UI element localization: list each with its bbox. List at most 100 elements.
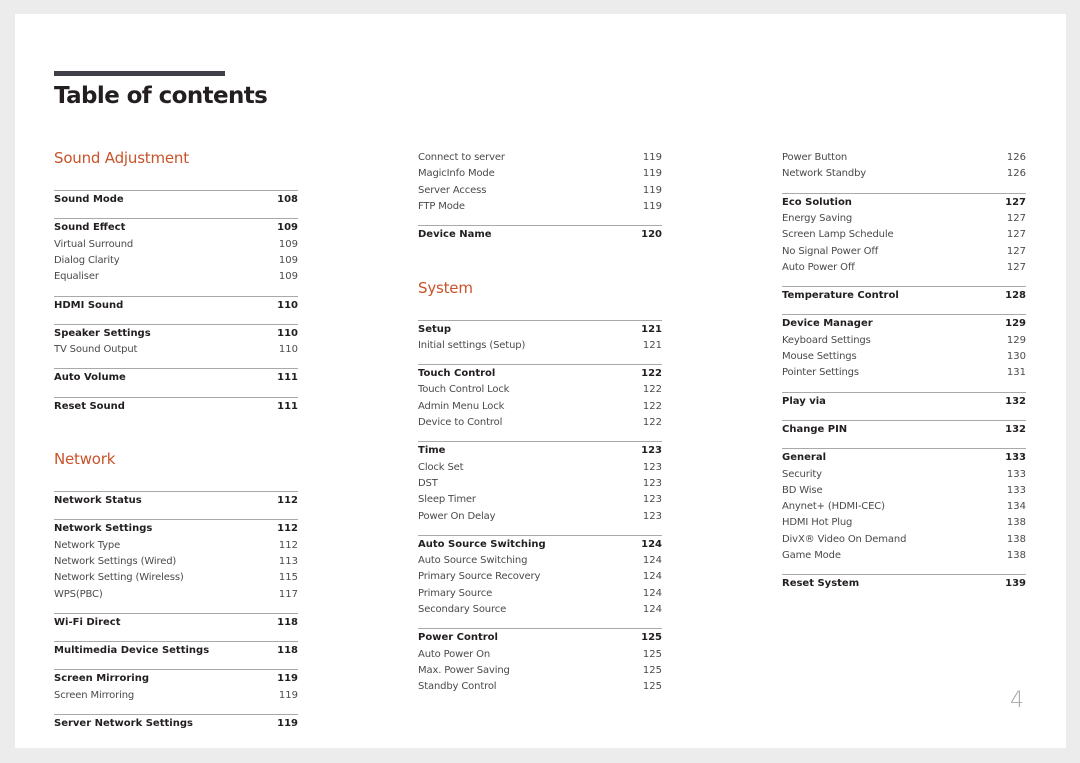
entry-title: Primary Source [418,587,493,599]
toc-section-time[interactable]: Time 123 [418,443,662,459]
toc-entry-admin-menu-lock[interactable]: Admin Menu Lock 122 [418,399,662,415]
entry-title: Change PIN [782,423,848,435]
toc-entry-clock-set[interactable]: Clock Set 123 [418,460,662,476]
toc-entry-anynet-hdmi-cec[interactable]: Anynet+ (HDMI-CEC) 134 [782,499,1026,515]
toc-section-server-network-settings[interactable]: Server Network Settings 119 [54,716,298,732]
entry-title: WPS(PBC) [54,588,103,600]
toc-entry-screen-mirroring[interactable]: Screen Mirroring 119 [54,688,298,704]
toc-entry-initial-settings-setup[interactable]: Initial settings (Setup) 121 [418,338,662,354]
toc-section-change-pin[interactable]: Change PIN 132 [782,422,1026,438]
toc-entry-tv-sound-output[interactable]: TV Sound Output 110 [54,342,298,358]
toc-entry-equaliser[interactable]: Equaliser 109 [54,269,298,285]
toc-entry-energy-saving[interactable]: Energy Saving 127 [782,211,1026,227]
toc-section-power-control[interactable]: Power Control 125 [418,630,662,646]
toc-entry-power-on-delay[interactable]: Power On Delay 123 [418,509,662,525]
entry-page-number: 110 [277,327,298,339]
toc-entry-no-signal-power-off[interactable]: No Signal Power Off 127 [782,244,1026,260]
toc-entry-server-access[interactable]: Server Access 119 [418,183,662,199]
title-accent-bar [54,71,225,76]
toc-section-auto-volume[interactable]: Auto Volume 111 [54,370,298,386]
toc-entry-hdmi-hot-plug[interactable]: HDMI Hot Plug 138 [782,515,1026,531]
toc-entry-max-power-saving[interactable]: Max. Power Saving 125 [418,663,662,679]
entry-page-number: 127 [1006,261,1026,273]
toc-section-multimedia-device-settings[interactable]: Multimedia Device Settings 118 [54,643,298,659]
toc-entry-wps-pbc[interactable]: WPS(PBC) 117 [54,587,298,603]
toc-entry-auto-power-on[interactable]: Auto Power On 125 [418,647,662,663]
toc-entry-dialog-clarity[interactable]: Dialog Clarity 109 [54,253,298,269]
entry-title: Reset System [782,578,860,590]
entry-title: Clock Set [418,461,464,473]
toc-entry-virtual-surround[interactable]: Virtual Surround 109 [54,237,298,253]
toc-entry-sleep-timer[interactable]: Sleep Timer 123 [418,492,662,508]
divider [418,441,662,443]
toc-section-setup[interactable]: Setup 121 [418,322,662,338]
toc-entry-device-to-control[interactable]: Device to Control 122 [418,415,662,431]
toc-entry-auto-source-switching[interactable]: Auto Source Switching 124 [418,553,662,569]
toc-entry-network-setting-wireless[interactable]: Network Setting (Wireless) 115 [54,570,298,586]
entry-title: Network Settings [54,523,153,535]
entry-page-number: 122 [642,384,662,396]
toc-entry-touch-control-lock[interactable]: Touch Control Lock 122 [418,382,662,398]
toc-entry-game-mode[interactable]: Game Mode 138 [782,548,1026,564]
toc-entry-screen-lamp-schedule[interactable]: Screen Lamp Schedule 127 [782,227,1026,243]
toc-entry-power-button[interactable]: Power Button 126 [782,150,1026,166]
toc-entry-primary-source-recovery[interactable]: Primary Source Recovery 124 [418,569,662,585]
toc-section-device-manager[interactable]: Device Manager 129 [782,316,1026,332]
entry-title: DivX® Video On Demand [782,533,907,545]
toc-section-network-status[interactable]: Network Status 112 [54,493,298,509]
toc-entry-secondary-source[interactable]: Secondary Source 124 [418,602,662,618]
divider [54,323,298,325]
section-heading-sound-adjustment: Sound Adjustment [54,149,189,167]
entry-page-number: 108 [277,194,298,205]
toc-entry-pointer-settings[interactable]: Pointer Settings 131 [782,365,1026,381]
toc-entry-ftp-mode[interactable]: FTP Mode 119 [418,199,662,215]
toc-entry-network-standby[interactable]: Network Standby 126 [782,166,1026,182]
toc-entry-mouse-settings[interactable]: Mouse Settings 130 [782,349,1026,365]
entry-title: Auto Volume [54,372,126,384]
divider [54,295,298,297]
toc-entry-auto-power-off[interactable]: Auto Power Off 127 [782,260,1026,276]
toc-section-auto-source-switching[interactable]: Auto Source Switching 124 [418,537,662,553]
toc-entry-security[interactable]: Security 133 [782,467,1026,483]
entry-page-number: 119 [642,200,662,212]
toc-section-screen-mirroring[interactable]: Screen Mirroring 119 [54,671,298,687]
entry-title: Auto Source Switching [418,538,546,550]
toc-section-temperature-control[interactable]: Temperature Control 128 [782,288,1026,304]
toc-section-device-name[interactable]: Device Name 120 [418,227,662,243]
toc-section-general[interactable]: General 133 [782,450,1026,466]
toc-section-touch-control[interactable]: Touch Control 122 [418,366,662,382]
toc-section-hdmi-sound[interactable]: HDMI Sound 110 [54,298,298,314]
entry-title: Touch Control Lock [418,384,510,396]
entry-title: Play via [782,395,826,407]
toc-entry-divx-video-on-demand[interactable]: DivX® Video On Demand 138 [782,532,1026,548]
toc-section-network-settings[interactable]: Network Settings 112 [54,521,298,537]
entry-page-number: 123 [642,494,662,506]
divider [54,190,298,191]
toc-section-reset-system[interactable]: Reset System 139 [782,576,1026,592]
toc-entry-dst[interactable]: DST 123 [418,476,662,492]
toc-section-speaker-settings[interactable]: Speaker Settings 110 [54,326,298,342]
toc-entry-magicinfo-mode[interactable]: MagicInfo Mode 119 [418,166,662,182]
entry-page-number: 125 [641,632,662,644]
entry-page-number: 134 [1006,501,1026,513]
toc-entry-network-settings-wired[interactable]: Network Settings (Wired) 113 [54,554,298,570]
toc-entry-network-type[interactable]: Network Type 112 [54,538,298,554]
entry-page-number: 112 [278,539,298,551]
toc-entry-keyboard-settings[interactable]: Keyboard Settings 129 [782,333,1026,349]
toc-entry-bd-wise[interactable]: BD Wise 133 [782,483,1026,499]
toc-section-sound-mode[interactable]: Sound Mode 108 [54,192,298,208]
toc-section-sound-effect[interactable]: Sound Effect 109 [54,220,298,236]
entry-page-number: 111 [277,372,298,384]
toc-entry-connect-to-server[interactable]: Connect to server 119 [418,150,662,166]
entry-title: Wi-Fi Direct [54,616,121,628]
toc-section-play-via[interactable]: Play via 132 [782,394,1026,410]
toc-section-wi-fi-direct[interactable]: Wi-Fi Direct 118 [54,615,298,631]
toc-section-eco-solution[interactable]: Eco Solution 127 [782,195,1026,211]
toc-section-reset-sound[interactable]: Reset Sound 111 [54,399,298,415]
entry-page-number: 109 [277,222,298,234]
toc-entry-standby-control[interactable]: Standby Control 125 [418,679,662,695]
toc-entry-primary-source[interactable]: Primary Source 124 [418,586,662,602]
page-title: Table of contents [54,83,268,109]
entry-page-number: 124 [642,571,662,583]
entry-title: Power Control [418,632,498,644]
